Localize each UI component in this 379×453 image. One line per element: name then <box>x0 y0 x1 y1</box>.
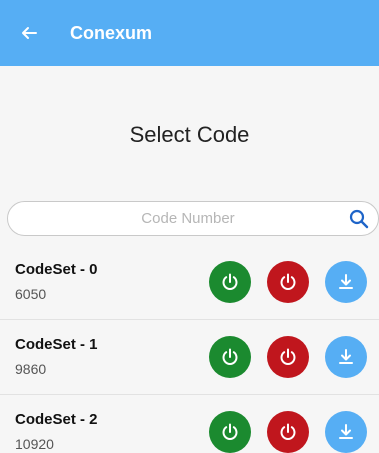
codeset-list: CodeSet - 0 6050 CodeSet - 1 9860 CodeSe… <box>0 245 379 453</box>
power-on-button[interactable] <box>209 411 251 453</box>
back-button[interactable] <box>18 22 40 44</box>
power-on-button[interactable] <box>209 261 251 303</box>
search-icon <box>349 209 369 228</box>
power-icon <box>280 348 296 365</box>
search-bar <box>7 201 379 236</box>
app-screen: Conexum Select Code CodeSet - 0 6050 <box>0 0 379 453</box>
row-actions <box>209 261 367 303</box>
download-icon <box>339 274 353 289</box>
power-icon <box>280 423 296 440</box>
list-item: CodeSet - 0 6050 <box>0 245 379 320</box>
codeset-name: CodeSet - 2 <box>15 411 98 428</box>
download-button[interactable] <box>325 411 367 453</box>
codeset-name: CodeSet - 0 <box>15 261 98 278</box>
power-icon <box>222 423 238 440</box>
codeset-code: 9860 <box>15 361 47 377</box>
power-off-button[interactable] <box>267 411 309 453</box>
download-icon <box>339 424 353 439</box>
power-off-button[interactable] <box>267 261 309 303</box>
download-button[interactable] <box>325 261 367 303</box>
row-actions <box>209 336 367 378</box>
app-title: Conexum <box>70 22 153 43</box>
download-button[interactable] <box>325 336 367 378</box>
app-bar: Conexum <box>0 0 379 66</box>
codeset-name: CodeSet - 1 <box>15 336 98 353</box>
codeset-code: 10920 <box>15 436 54 452</box>
row-actions <box>209 411 367 453</box>
list-item: CodeSet - 1 9860 <box>0 320 379 395</box>
search-button[interactable] <box>344 204 374 234</box>
power-icon <box>280 273 296 290</box>
power-icon <box>222 273 238 290</box>
codeset-code: 6050 <box>15 286 47 302</box>
power-icon <box>222 348 238 365</box>
power-on-button[interactable] <box>209 336 251 378</box>
code-number-input[interactable] <box>8 202 344 235</box>
list-item: CodeSet - 2 10920 <box>0 395 379 453</box>
arrow-left-icon <box>22 27 37 39</box>
power-off-button[interactable] <box>267 336 309 378</box>
page-title: Select Code <box>129 122 250 147</box>
download-icon <box>339 349 353 364</box>
